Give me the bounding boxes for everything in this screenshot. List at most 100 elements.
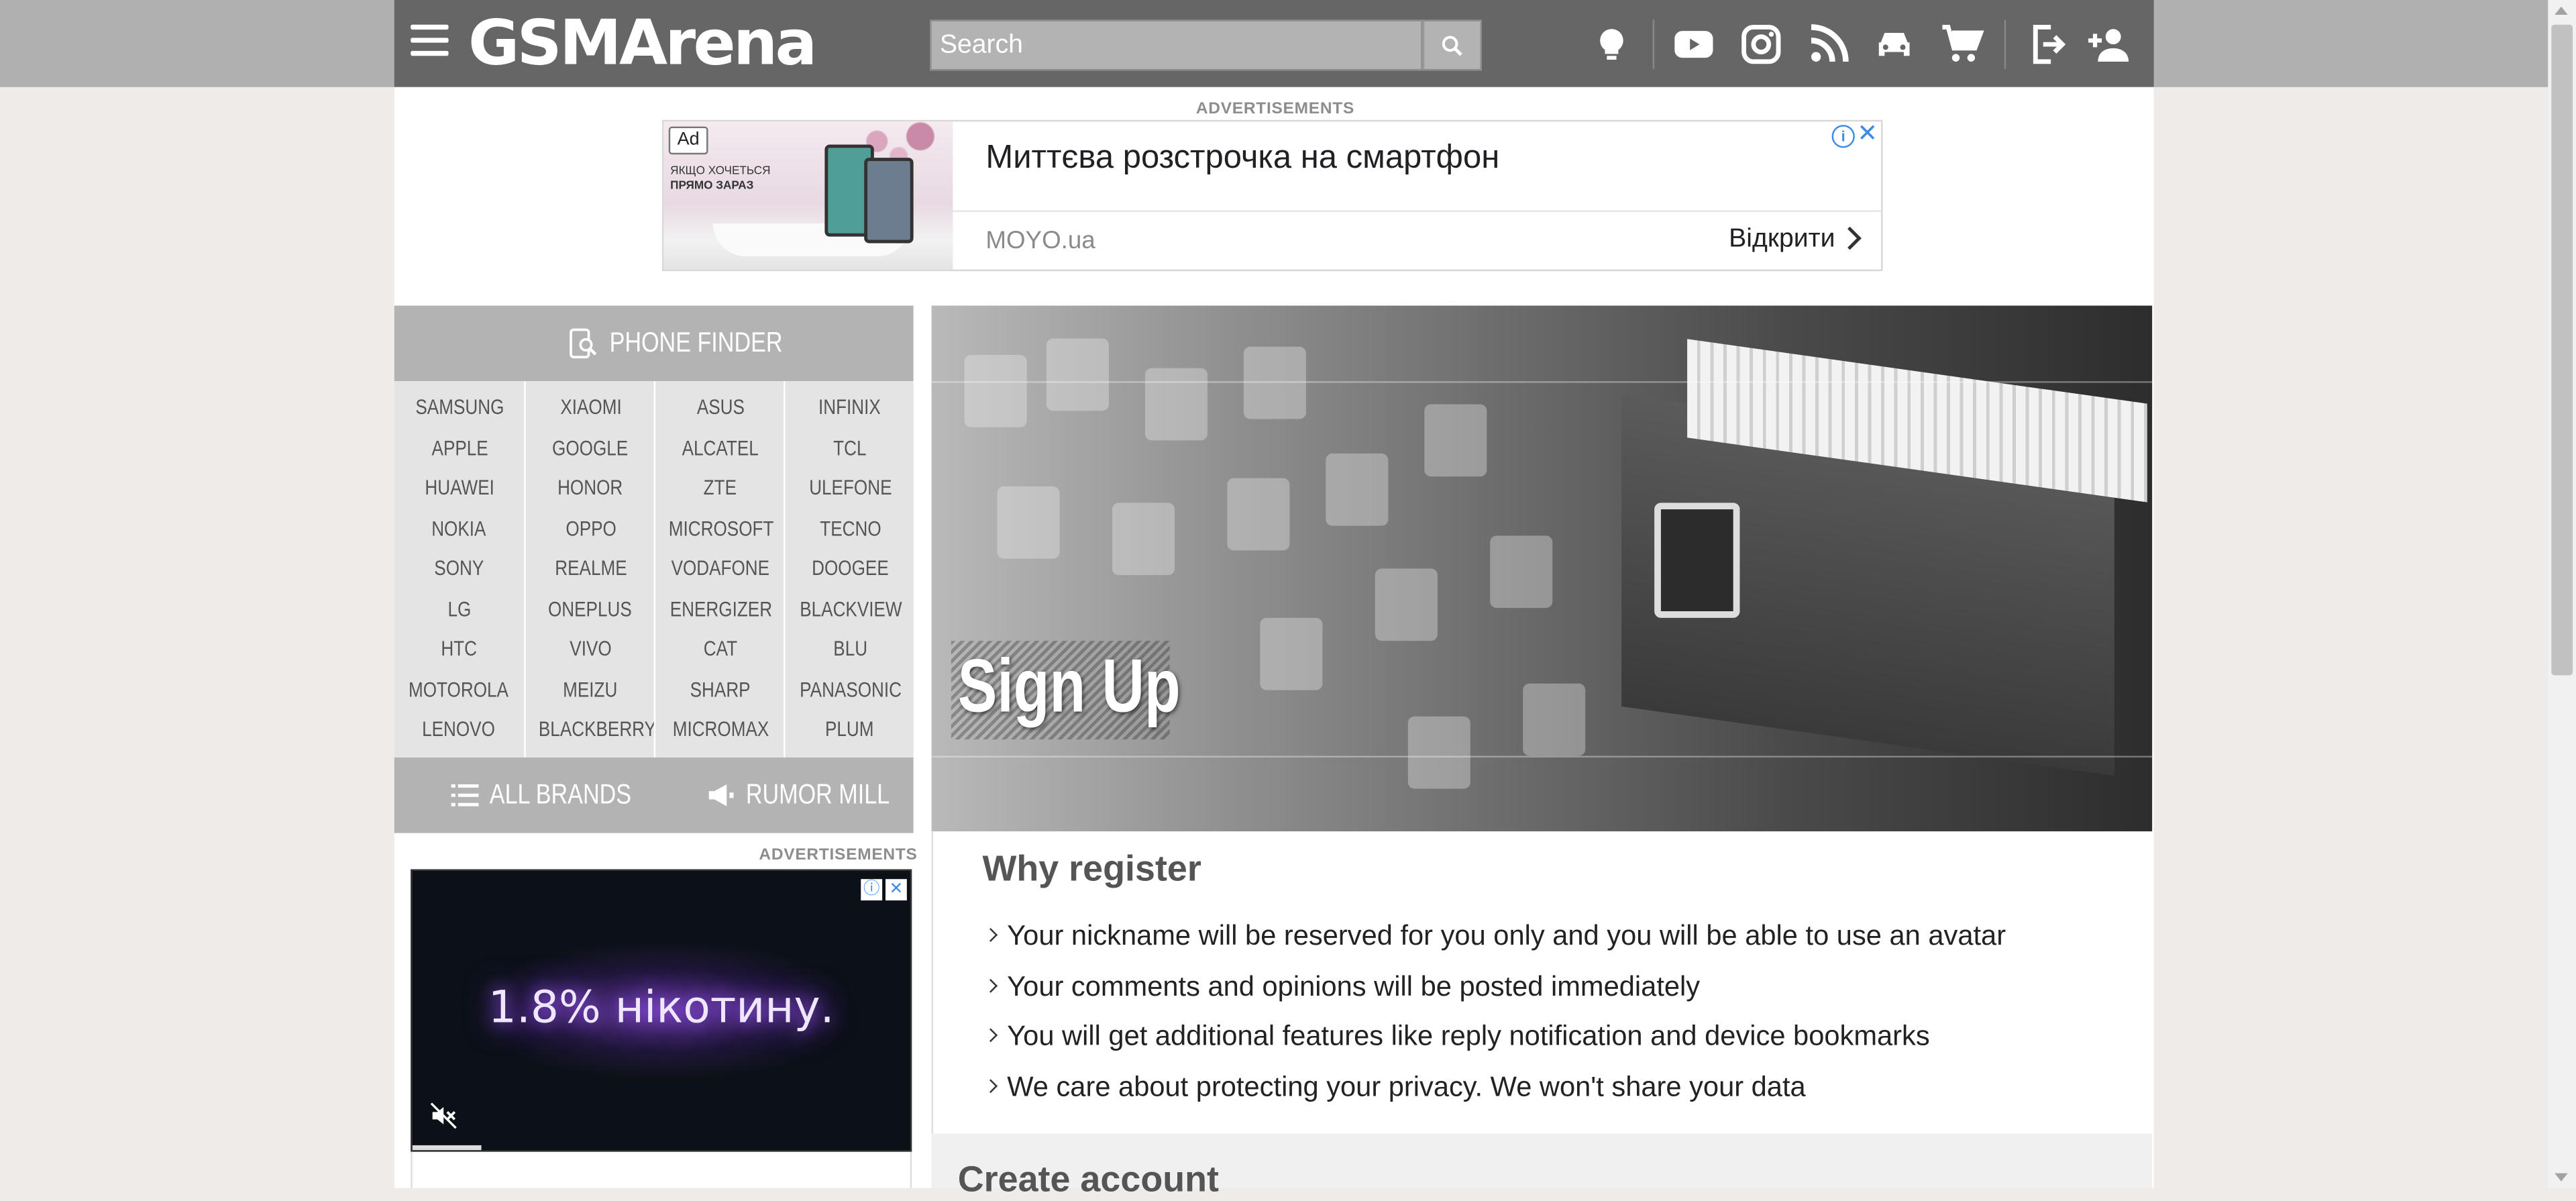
brand-link[interactable]: ALCATEL — [655, 428, 785, 468]
ad-headline[interactable]: Миттєва розстрочка на смартфон — [985, 140, 1499, 177]
phone-finder-icon — [570, 328, 597, 359]
brand-link[interactable]: ZTE — [655, 468, 785, 509]
list-item: We care about protecting your privacy. W… — [985, 1064, 2006, 1114]
brand-link[interactable]: TECNO — [786, 509, 915, 549]
scroll-down-arrow[interactable] — [2555, 1173, 2568, 1182]
all-brands-button[interactable]: ALL BRANDS — [449, 779, 663, 812]
search-button[interactable] — [1422, 19, 1482, 71]
brand-link[interactable]: ENERGIZER — [655, 589, 785, 629]
header-separator — [2004, 19, 2006, 69]
scroll-up-arrow[interactable] — [2555, 6, 2568, 15]
brand-link[interactable]: LENOVO — [394, 710, 524, 750]
brand-link[interactable]: ULEFONE — [786, 468, 915, 509]
phone-finder-label: PHONE FINDER — [609, 327, 783, 358]
brand-column: INFINIX TCL ULEFONE TECNO DOOGEE BLACKVI… — [784, 387, 915, 750]
top-advertisement[interactable]: Ad ЯКЩО ХОЧЕТЬСЯ ПРЯМО ЗАРАЗ Миттєва роз… — [661, 119, 1883, 272]
site-logo[interactable]: GSMArena — [468, 7, 817, 79]
brand-link[interactable]: ONEPLUS — [526, 589, 655, 629]
brand-link[interactable]: VODAFONE — [655, 549, 785, 589]
list-icon — [451, 784, 479, 806]
sidebar-footer-bar: ALL BRANDS RUMOR MILL — [394, 757, 914, 833]
brand-link[interactable]: SONY — [394, 549, 524, 589]
brand-link[interactable]: MOTOROLA — [394, 670, 524, 710]
video-progress-bar — [412, 1145, 482, 1151]
brand-link[interactable]: HONOR — [526, 468, 655, 509]
chevron-right-icon — [1838, 226, 1862, 250]
rumor-mill-label: RUMOR MILL — [745, 778, 890, 811]
login-icon[interactable] — [2024, 21, 2070, 68]
car-icon[interactable] — [1871, 21, 1917, 68]
lightbulb-icon[interactable] — [1589, 21, 1635, 68]
info-icon[interactable]: i — [1831, 125, 1855, 148]
brand-link[interactable]: LG — [394, 589, 524, 629]
create-account-section: Create account — [931, 1133, 2153, 1200]
list-item: You will get additional features like re… — [985, 1014, 2006, 1064]
side-advertisement[interactable]: 1.8% нікотину. ⓘ ✕ — [411, 869, 912, 1152]
scrollbar-thumb[interactable] — [2551, 24, 2573, 676]
info-icon[interactable]: ⓘ — [861, 879, 883, 901]
why-register-section: Why register Your nickname will be reser… — [931, 831, 2153, 1134]
brand-link[interactable]: VIVO — [526, 629, 655, 670]
brand-link[interactable]: NOKIA — [394, 509, 524, 549]
brand-link[interactable]: MICROSOFT — [655, 509, 785, 549]
ad-label: ADVERTISEMENTS — [759, 846, 918, 865]
phone-image — [864, 158, 914, 244]
ad-domain: MOYO.ua — [985, 226, 1095, 255]
ad-open-button[interactable]: Відкрити — [1729, 225, 1835, 255]
brand-link[interactable]: HTC — [394, 629, 524, 670]
ad-label: ADVERTISEMENTS — [1195, 100, 1355, 119]
list-item: Your nickname will be reserved for you o… — [985, 914, 2006, 964]
section-title: Why register — [982, 847, 1201, 889]
brand-link[interactable]: DOOGEE — [786, 549, 915, 589]
cart-icon[interactable] — [1939, 21, 1985, 68]
ad-image: Ad ЯКЩО ХОЧЕТЬСЯ ПРЯМО ЗАРАЗ — [663, 121, 953, 270]
brand-link[interactable]: BLACKVIEW — [786, 589, 915, 629]
brand-link[interactable]: REALME — [526, 549, 655, 589]
instagram-icon[interactable] — [1738, 21, 1784, 68]
brand-link[interactable]: INFINIX — [786, 388, 915, 428]
side-ad-footer — [411, 1151, 912, 1188]
brand-link[interactable]: SHARP — [655, 670, 785, 710]
ad-badge: Ad — [668, 126, 708, 155]
drawer-handle-image — [1654, 503, 1740, 618]
add-user-icon[interactable] — [2086, 21, 2133, 68]
section-title: Create account — [957, 1158, 1220, 1200]
brand-column: XIAOMI GOOGLE HONOR OPPO REALME ONEPLUS … — [524, 387, 656, 750]
brand-link[interactable]: ASUS — [655, 388, 785, 428]
search-input[interactable]: Search — [930, 19, 1423, 71]
scrollbar[interactable] — [2548, 0, 2576, 1188]
brand-link[interactable]: CAT — [655, 629, 785, 670]
brand-list: SAMSUNG APPLE HUAWEI NOKIA SONY LG HTC M… — [394, 381, 914, 758]
brand-link[interactable]: BLU — [786, 629, 915, 670]
signup-hero-image: Sign Up — [931, 305, 2153, 832]
brand-link[interactable]: PLUM — [786, 710, 915, 750]
ad-image-caption: ЯКЩО ХОЧЕТЬСЯ ПРЯМО ЗАРАЗ — [670, 166, 771, 193]
brand-link[interactable]: APPLE — [394, 428, 524, 468]
close-icon[interactable]: ✕ — [1857, 121, 1878, 146]
side-ad-text: 1.8% нікотину. — [488, 982, 835, 1034]
brand-link[interactable]: HUAWEI — [394, 468, 524, 509]
list-item: Your comments and opinions will be poste… — [985, 963, 2006, 1014]
brand-link[interactable]: GOOGLE — [526, 428, 655, 468]
rss-icon[interactable] — [1805, 21, 1851, 68]
brand-link[interactable]: OPPO — [526, 509, 655, 549]
ad-controls: ⓘ ✕ — [857, 872, 907, 902]
all-brands-label: ALL BRANDS — [489, 778, 632, 811]
brand-link[interactable]: MICROMAX — [655, 710, 785, 750]
page-title: Sign Up — [957, 642, 1181, 728]
close-icon[interactable]: ✕ — [885, 879, 907, 901]
youtube-icon[interactable] — [1671, 21, 1717, 68]
brand-link[interactable]: XIAOMI — [526, 388, 655, 428]
menu-icon[interactable] — [411, 24, 449, 61]
header-separator — [1652, 19, 1655, 69]
brand-link[interactable]: BLACKBERRY — [526, 710, 656, 750]
phone-finder-button[interactable]: PHONE FINDER — [394, 305, 914, 382]
search-icon — [1442, 36, 1462, 56]
mute-icon[interactable] — [429, 1101, 458, 1131]
brand-column: ASUS ALCATEL ZTE MICROSOFT VODAFONE ENER… — [653, 387, 786, 750]
brand-link[interactable]: MEIZU — [526, 670, 655, 710]
rumor-mill-button[interactable]: RUMOR MILL — [705, 779, 922, 812]
brand-link[interactable]: TCL — [786, 428, 915, 468]
brand-link[interactable]: PANASONIC — [786, 670, 915, 710]
brand-link[interactable]: SAMSUNG — [394, 388, 524, 428]
